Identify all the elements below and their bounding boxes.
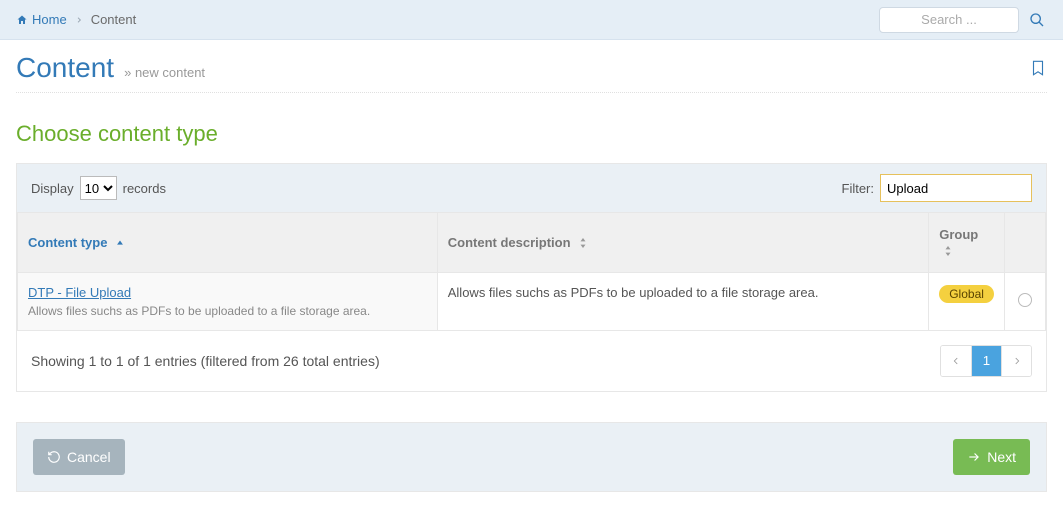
- next-button-label: Next: [987, 449, 1016, 465]
- column-content-type-label: Content type: [28, 235, 107, 250]
- breadcrumb: Home Content: [16, 12, 136, 27]
- search: [879, 7, 1047, 33]
- column-content-type[interactable]: Content type: [18, 213, 438, 273]
- records-per-page-select[interactable]: 10: [80, 176, 117, 200]
- column-content-description-label: Content description: [448, 235, 571, 250]
- raquo-icon: »: [124, 65, 131, 80]
- breadcrumb-home-label: Home: [32, 12, 67, 27]
- table-row[interactable]: DTP - File Upload Allows files suchs as …: [18, 272, 1046, 330]
- pager-next[interactable]: [1001, 346, 1031, 376]
- content-type-title[interactable]: DTP - File Upload: [28, 285, 131, 300]
- chevron-right-icon: [1012, 356, 1022, 366]
- cancel-button-label: Cancel: [67, 449, 111, 465]
- column-select: [1004, 213, 1045, 273]
- chevron-right-icon: [75, 16, 83, 24]
- group-badge: Global: [939, 285, 994, 303]
- next-button[interactable]: Next: [953, 439, 1030, 475]
- sort-both-icon: [943, 244, 953, 258]
- page-title: Content: [16, 52, 114, 84]
- new-content-link[interactable]: » new content: [124, 65, 205, 80]
- sort-asc-icon: [115, 238, 125, 248]
- content-type-subtitle: Allows files suchs as PDFs to be uploade…: [28, 304, 427, 318]
- filter-input[interactable]: [880, 174, 1032, 202]
- row-select-radio[interactable]: [1018, 293, 1032, 307]
- content-description-cell: Allows files suchs as PDFs to be uploade…: [437, 272, 928, 330]
- chevron-left-icon: [951, 356, 961, 366]
- search-icon: [1029, 12, 1045, 28]
- table-summary: Showing 1 to 1 of 1 entries (filtered fr…: [31, 353, 380, 369]
- pager-prev[interactable]: [941, 346, 971, 376]
- breadcrumb-home[interactable]: Home: [16, 12, 67, 27]
- display-label: Display: [31, 181, 74, 196]
- sort-both-icon: [578, 236, 588, 250]
- top-bar: Home Content: [0, 0, 1063, 40]
- content-group-cell: Global: [929, 272, 1005, 330]
- home-icon: [16, 14, 28, 26]
- new-content-label: new content: [135, 65, 205, 80]
- search-input[interactable]: [879, 7, 1019, 33]
- filter-label: Filter:: [842, 181, 875, 196]
- column-group[interactable]: Group: [929, 213, 1005, 273]
- arrow-right-icon: [967, 450, 981, 464]
- page-header: Content » new content: [16, 52, 1047, 93]
- breadcrumb-current: Content: [91, 12, 137, 27]
- content-type-table: Content type Content description: [17, 212, 1046, 331]
- content-type-panel: Display 10 records Filter: Content type: [16, 163, 1047, 392]
- column-content-description[interactable]: Content description: [437, 213, 928, 273]
- records-label: records: [123, 181, 166, 196]
- column-group-label: Group: [939, 227, 978, 242]
- undo-icon: [47, 450, 61, 464]
- pagination: 1: [940, 345, 1032, 377]
- cancel-button[interactable]: Cancel: [33, 439, 125, 475]
- bookmark-icon[interactable]: [1029, 59, 1047, 77]
- actions-bar: Cancel Next: [16, 422, 1047, 492]
- search-button[interactable]: [1027, 10, 1047, 30]
- pager-page-1[interactable]: 1: [971, 346, 1001, 376]
- section-title: Choose content type: [16, 121, 1047, 147]
